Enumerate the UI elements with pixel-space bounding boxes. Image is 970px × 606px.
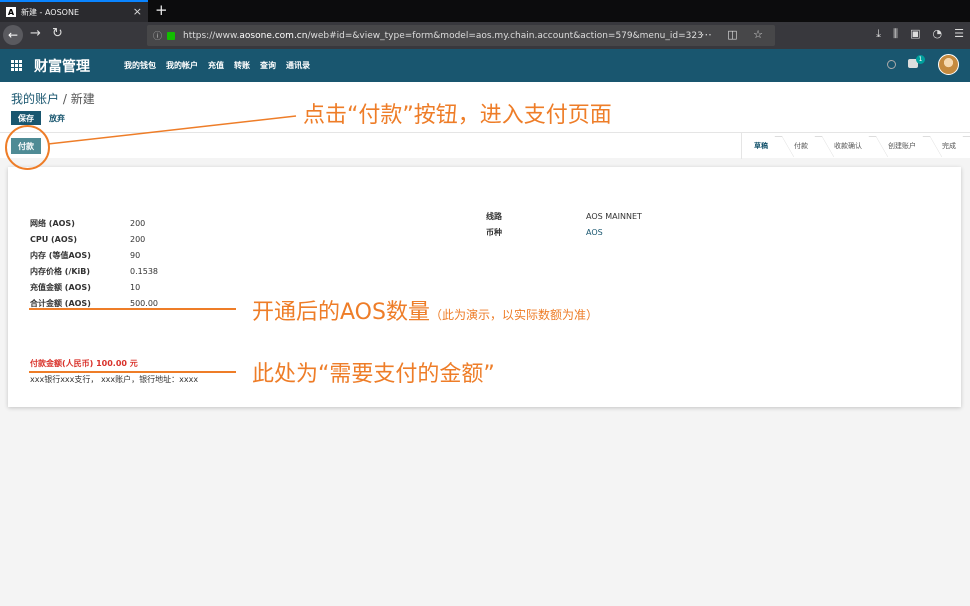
aosone-favicon-icon: A <box>6 7 16 17</box>
menu-item-contacts[interactable]: 通讯录 <box>286 60 310 71</box>
network-fields: 线路 AOS MAINNET 币种 AOS <box>486 208 642 240</box>
pay-amount: 付款金额(人民币) 100.00 元 <box>30 359 138 368</box>
stage-draft[interactable]: 草稿 <box>742 133 782 159</box>
stage-receipt-confirm[interactable]: 收款确认 <box>822 133 876 159</box>
field-row: 网络 (AOS) 200 <box>30 215 158 231</box>
forward-arrow-icon[interactable]: → <box>30 26 41 41</box>
avatar[interactable] <box>938 54 959 75</box>
breadcrumb-current: 新建 <box>70 92 95 106</box>
field-label: 合计金额 (AOS) <box>30 298 91 308</box>
annotation-underline-pay <box>29 371 236 373</box>
lock-icon <box>167 31 176 40</box>
url-domain: aosone.com.cn <box>239 30 308 41</box>
library-icon[interactable]: ⫼ <box>893 27 898 41</box>
menu-item-transfer[interactable]: 转账 <box>234 60 250 71</box>
field-value[interactable]: 90 <box>130 251 140 260</box>
annotation-pay-total: 此处为“需要支付的金额” <box>252 362 495 387</box>
field-label: 充值金额 (AOS) <box>30 282 91 292</box>
field-value: 500.00 <box>130 298 158 308</box>
field-label: 币种 <box>486 227 502 237</box>
field-value[interactable]: 10 <box>130 283 140 292</box>
url-prefix: https://www. <box>183 30 240 41</box>
chat-badge: 1 <box>916 55 925 64</box>
stage-done[interactable]: 完成 <box>930 133 970 159</box>
menu-item-account[interactable]: 我的帐户 <box>166 60 198 71</box>
annotation-aos-amount-text: 开通后的AOS数量 <box>252 300 430 325</box>
annotation-pay-button: 点击“付款”按钮，进入支付页面 <box>303 103 612 128</box>
field-row: 充值金额 (AOS) 10 <box>30 279 158 295</box>
field-row: 线路 AOS MAINNET <box>486 208 642 224</box>
bank-info: xxx银行xxx支行， xxx账户，银行地址：xxxx <box>30 375 199 384</box>
discard-button[interactable]: 放弃 <box>49 113 65 124</box>
new-tab-icon[interactable]: + <box>155 1 168 19</box>
field-value[interactable]: AOS MAINNET <box>586 212 642 221</box>
annotation-aos-amount: 开通后的AOS数量（此为演示，以实际数额为准） <box>252 294 598 326</box>
tab-title: 新建 - AOSONE <box>21 7 80 17</box>
app-brand: 财富管理 <box>34 59 90 75</box>
browser-navbar: ← → ↻ ⓘ https://www. aosone.com.cn/web#id… <box>0 22 970 49</box>
pay-button-highlight-circle <box>5 125 50 170</box>
url-bar[interactable]: ⓘ https://www. aosone.com.cn/web#id=&view… <box>147 25 775 46</box>
url-path: /web#id=&view_type=form&model=aos.my.cha… <box>307 30 703 41</box>
annotation-underline-aos <box>29 308 236 310</box>
annotation-aos-note: （此为演示，以实际数额为准） <box>429 308 598 322</box>
info-icon[interactable]: ⓘ <box>153 29 162 42</box>
close-tab-icon[interactable]: × <box>133 5 142 18</box>
breadcrumb: 我的账户 / 新建 <box>11 90 95 107</box>
stage-pipeline: 草稿 付款 收款确认 创建账户 完成 <box>741 133 970 159</box>
breadcrumb-parent[interactable]: 我的账户 <box>11 92 59 106</box>
page-actions-icon[interactable]: ⋯ ◫ ☆ <box>701 28 769 41</box>
browser-toolbar: ⤓ ⫼ ▣ ◔ ☰ <box>876 27 964 41</box>
field-label: CPU (AOS) <box>30 234 78 244</box>
field-row: CPU (AOS) 200 <box>30 231 158 247</box>
field-value[interactable]: 200 <box>130 219 145 228</box>
top-menu: 我的钱包 我的帐户 充值 转账 查询 通讯录 <box>124 60 310 71</box>
apps-grid-icon[interactable] <box>11 60 22 71</box>
app-header: 财富管理 我的钱包 我的帐户 充值 转账 查询 通讯录 1 <box>0 49 970 82</box>
stage-create-account[interactable]: 创建账户 <box>876 133 930 159</box>
extension-icon[interactable]: ◔ <box>933 27 943 41</box>
reload-icon[interactable]: ↻ <box>52 26 63 41</box>
menu-item-recharge[interactable]: 充值 <box>208 60 224 71</box>
field-value[interactable]: AOS <box>586 228 603 237</box>
field-value: 0.1538 <box>130 266 158 276</box>
download-icon[interactable]: ⤓ <box>876 27 881 41</box>
field-row: 内存 (等值AOS) 90 <box>30 247 158 263</box>
menu-item-query[interactable]: 查询 <box>260 60 276 71</box>
field-value[interactable]: 200 <box>130 235 145 244</box>
field-row: 内存价格 (/KiB) 0.1538 <box>30 263 158 279</box>
hamburger-menu-icon[interactable]: ☰ <box>954 27 964 41</box>
breadcrumb-separator: / <box>62 92 67 106</box>
browser-tab-strip: A 新建 - AOSONE × + <box>0 0 970 22</box>
browser-tab[interactable]: A 新建 - AOSONE × <box>0 0 148 22</box>
field-label: 内存 (等值AOS) <box>30 250 91 260</box>
sidebar-icon[interactable]: ▣ <box>910 27 920 41</box>
clock-icon[interactable] <box>887 60 896 69</box>
stage-payment[interactable]: 付款 <box>782 133 822 159</box>
menu-item-wallet[interactable]: 我的钱包 <box>124 60 156 71</box>
save-button[interactable]: 保存 <box>11 111 41 125</box>
status-bar: 付款 草稿 付款 收款确认 创建账户 完成 <box>0 132 970 159</box>
field-label: 内存价格 (/KiB) <box>30 266 91 276</box>
field-row: 币种 AOS <box>486 224 642 240</box>
back-arrow-icon[interactable]: ← <box>3 25 23 45</box>
field-label: 网络 (AOS) <box>30 218 75 228</box>
resource-fields: 网络 (AOS) 200 CPU (AOS) 200 内存 (等值AOS) 90 内存… <box>30 215 158 311</box>
field-label: 线路 <box>486 211 502 221</box>
